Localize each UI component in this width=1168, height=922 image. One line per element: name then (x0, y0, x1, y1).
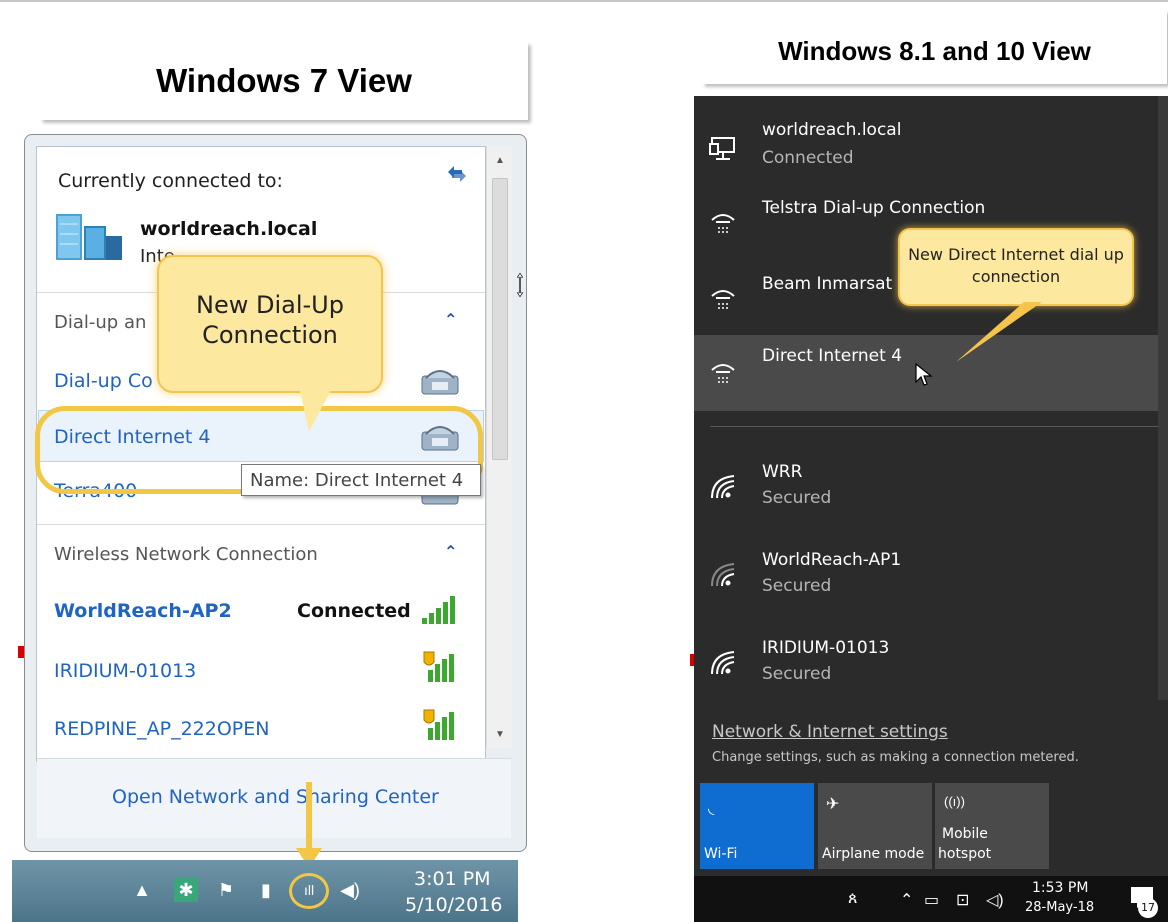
scroll-up-icon[interactable]: ▲ (493, 154, 507, 168)
network-name[interactable]: Direct Internet 4 (762, 346, 902, 366)
unsecured-signal-icon (423, 651, 454, 682)
connected-network-name: worldreach.local (140, 218, 318, 240)
scroll-down-icon[interactable]: ▼ (493, 728, 507, 742)
win7-title-box: Windows 7 View (40, 42, 528, 120)
wifi-connected-status: Connected (297, 600, 411, 622)
divider (37, 524, 485, 525)
win10-scrollbar[interactable] (1158, 96, 1168, 700)
dialup-icon (711, 290, 735, 309)
wifi-item-redpine[interactable]: REDPINE_AP_222OPEN (54, 718, 269, 740)
show-hidden-icons-icon[interactable]: ▲ (130, 878, 154, 902)
speaker-icon[interactable]: ◀) (338, 878, 362, 902)
chevron-up-icon[interactable]: ⌃ (900, 890, 913, 910)
wifi-item-connected[interactable]: WorldReach-AP2 (54, 600, 232, 622)
divider (710, 426, 1158, 427)
wifi-network-name[interactable]: WorldReach-AP1 (762, 550, 901, 570)
dialup-item-1[interactable]: Dial-up Co (54, 370, 153, 392)
wifi-icon (711, 563, 735, 587)
wifi-network-name[interactable]: IRIDIUM-01013 (762, 638, 889, 658)
currently-connected-label: Currently connected to: (58, 170, 283, 192)
hotspot-icon: ((ı)) (944, 794, 965, 809)
phone-icon (421, 370, 459, 395)
airplane-icon: ✈ (826, 796, 840, 813)
wifi-item-iridium[interactable]: IRIDIUM-01013 (54, 660, 196, 682)
wifi-network-status: Secured (762, 664, 832, 684)
signal-strength-icon (422, 596, 455, 624)
dialup-icon (711, 364, 735, 383)
network-name[interactable]: Beam Inmarsat (762, 274, 892, 294)
wifi-network-name[interactable]: WRR (762, 462, 802, 482)
hotspot-label-line2: hotspot (938, 846, 992, 862)
unsecured-signal-icon (423, 709, 454, 740)
power-icon[interactable]: ▮ (254, 878, 278, 902)
app-tray-icon[interactable]: ✱ (174, 878, 198, 902)
refresh-icon[interactable] (444, 162, 470, 186)
win10-title: Windows 8.1 and 10 View (778, 36, 1091, 66)
open-network-sharing-center-link[interactable]: Open Network and Sharing Center (112, 786, 439, 808)
wifi-tile-label: Wi-Fi (704, 846, 738, 862)
ethernet-icon (709, 137, 735, 160)
wifi-network-status: Secured (762, 488, 832, 508)
network-settings-link[interactable]: Network & Internet settings (712, 722, 948, 742)
wifi-icon (711, 475, 735, 499)
chevron-up-icon[interactable]: ⌃ (444, 310, 457, 330)
domain-network-icon (56, 214, 122, 260)
callout-text: New Dial-Up Connection (196, 291, 344, 349)
clock-date[interactable]: 28-May-18 (1025, 900, 1094, 915)
people-icon[interactable]: ጰ (848, 890, 858, 908)
speaker-icon[interactable]: ◁) (986, 890, 1004, 910)
network-status: Connected (762, 148, 854, 168)
network-icon[interactable]: ⊡ (956, 890, 969, 910)
win7-scrollbar[interactable]: ▲ ▼ (486, 146, 512, 748)
network-settings-description: Change settings, such as making a connec… (712, 750, 1079, 765)
resize-cursor-icon (516, 272, 524, 298)
chevron-up-icon[interactable]: ⌃ (444, 542, 457, 562)
clock-date[interactable]: 5/10/2016 (405, 894, 502, 916)
wifi-icon: ◟ (708, 800, 715, 817)
top-divider (0, 0, 1168, 2)
network-name[interactable]: worldreach.local (762, 120, 901, 140)
red-marker (18, 646, 24, 658)
dialup-group-label[interactable]: Dial-up an (54, 312, 146, 333)
wireless-group-label[interactable]: Wireless Network Connection (54, 544, 318, 565)
callout-pointer (956, 302, 1042, 362)
flag-icon[interactable]: ⚑ (214, 878, 238, 902)
win10-title-box: Windows 8.1 and 10 View (702, 10, 1167, 84)
wifi-icon (711, 651, 735, 675)
battery-icon[interactable]: ▭ (924, 890, 939, 910)
notification-count-badge: 17 (1138, 898, 1158, 918)
annotation-arrow (306, 782, 312, 852)
callout-text: New Direct Internet dial up connection (908, 245, 1124, 286)
dialup-icon (711, 214, 735, 233)
clock-time[interactable]: 3:01 PM (414, 868, 491, 890)
tooltip: Name: Direct Internet 4 (241, 464, 481, 496)
highlight-circle (289, 873, 329, 909)
mouse-pointer-icon (915, 362, 933, 386)
win7-title: Windows 7 View (156, 62, 412, 99)
wifi-network-status: Secured (762, 576, 832, 596)
callout-pointer (293, 385, 331, 435)
network-name[interactable]: Telstra Dial-up Connection (762, 198, 985, 218)
scroll-thumb[interactable] (492, 178, 508, 460)
airplane-mode-label: Airplane mode (822, 846, 925, 862)
clock-time[interactable]: 1:53 PM (1032, 880, 1088, 896)
hotspot-label-line1: Mobile (942, 826, 988, 842)
